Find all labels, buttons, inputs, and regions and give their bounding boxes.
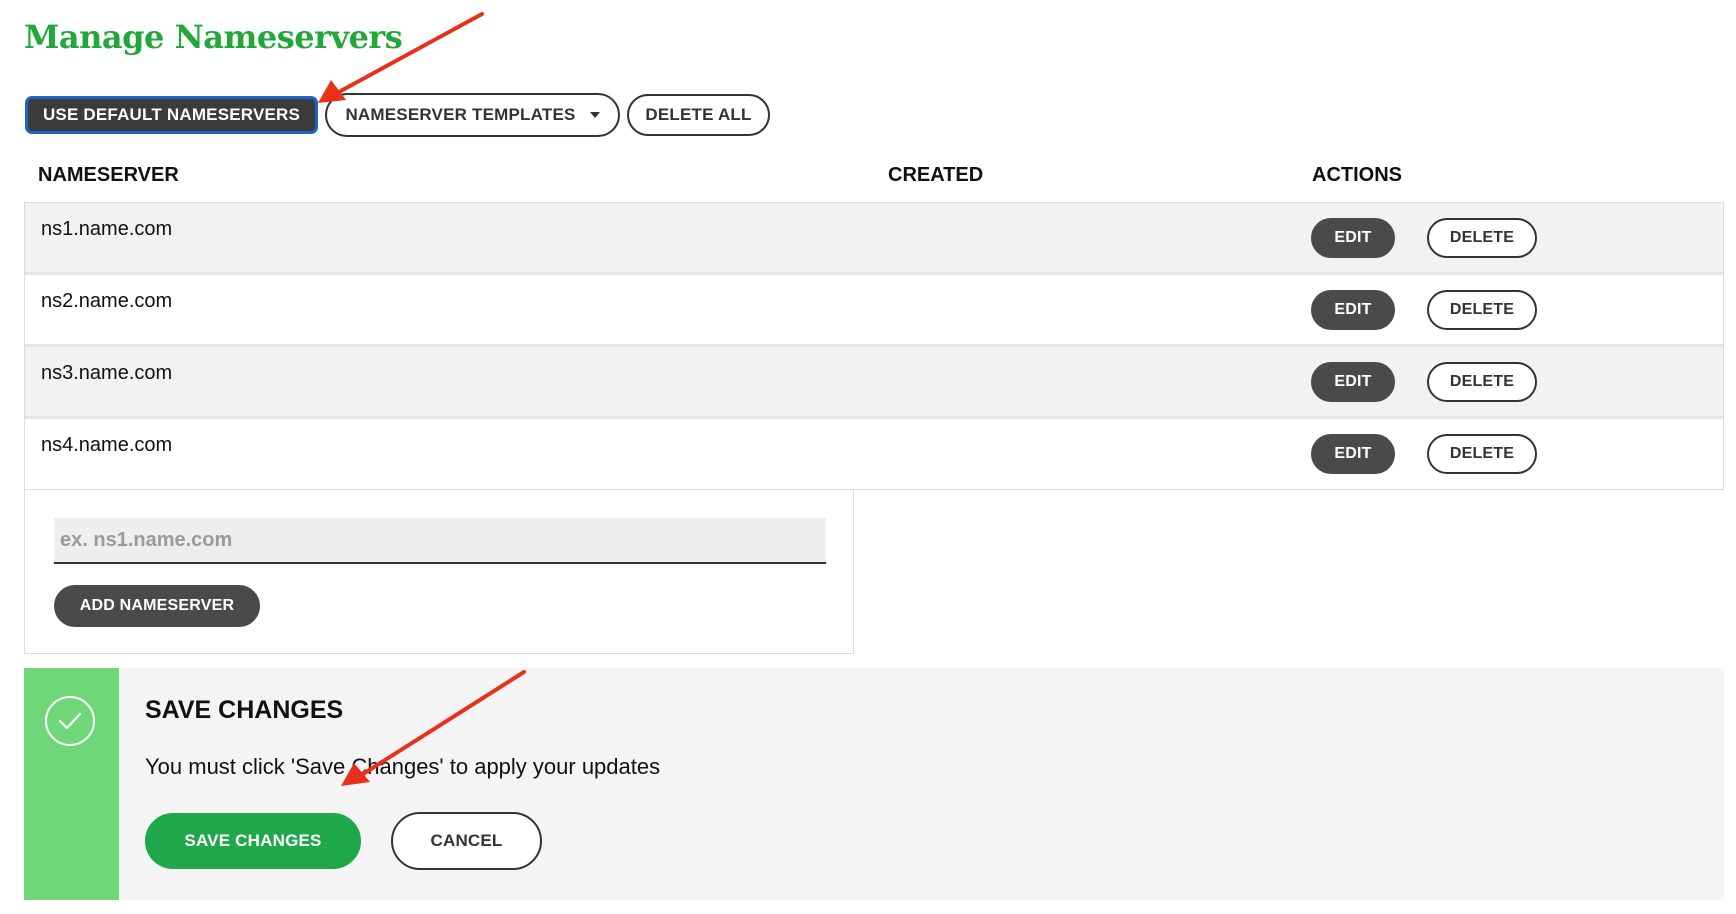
table-row: ns1.name.com EDIT DELETE: [25, 203, 1723, 275]
nameserver-name: ns3.name.com: [41, 362, 173, 384]
caret-down-icon: [589, 112, 600, 118]
nameserver-name: ns2.name.com: [41, 290, 173, 312]
delete-button[interactable]: DELETE: [1427, 290, 1537, 330]
page-title: Manage Nameservers: [24, 18, 403, 56]
delete-button[interactable]: DELETE: [1427, 434, 1537, 474]
nameserver-templates-dropdown[interactable]: NAMESERVER TEMPLATES: [325, 93, 620, 137]
edit-button[interactable]: EDIT: [1311, 434, 1395, 474]
save-panel-title: SAVE CHANGES: [145, 696, 344, 724]
nameserver-name: ns4.name.com: [41, 434, 173, 456]
add-nameserver-form: ADD NAMESERVER: [24, 490, 854, 654]
status-strip: [24, 668, 119, 900]
delete-all-button[interactable]: DELETE ALL: [627, 94, 770, 136]
save-changes-panel: SAVE CHANGES You must click 'Save Change…: [24, 668, 1724, 900]
nameserver-templates-label: NAMESERVER TEMPLATES: [345, 105, 576, 124]
column-header-nameserver: NAMESERVER: [38, 164, 179, 186]
table-row: ns3.name.com EDIT DELETE: [25, 347, 1723, 419]
table-row: ns4.name.com EDIT DELETE: [25, 419, 1723, 489]
save-changes-button[interactable]: SAVE CHANGES: [145, 813, 361, 869]
table-row: ns2.name.com EDIT DELETE: [25, 275, 1723, 347]
nameserver-input[interactable]: [54, 518, 826, 564]
nameserver-table: ns1.name.com EDIT DELETE ns2.name.com ED…: [24, 202, 1724, 490]
column-header-actions: ACTIONS: [1312, 164, 1402, 186]
edit-button[interactable]: EDIT: [1311, 362, 1395, 402]
column-header-created: CREATED: [888, 164, 984, 186]
check-circle-icon: [45, 696, 95, 746]
save-panel-message: You must click 'Save Changes' to apply y…: [145, 754, 661, 779]
cancel-button[interactable]: CANCEL: [391, 812, 542, 870]
edit-button[interactable]: EDIT: [1311, 290, 1395, 330]
edit-button[interactable]: EDIT: [1311, 218, 1395, 258]
nameserver-name: ns1.name.com: [41, 218, 173, 240]
delete-button[interactable]: DELETE: [1427, 362, 1537, 402]
add-nameserver-button[interactable]: ADD NAMESERVER: [54, 585, 260, 627]
delete-button[interactable]: DELETE: [1427, 218, 1537, 258]
use-default-nameservers-button[interactable]: USE DEFAULT NAMESERVERS: [25, 96, 318, 134]
